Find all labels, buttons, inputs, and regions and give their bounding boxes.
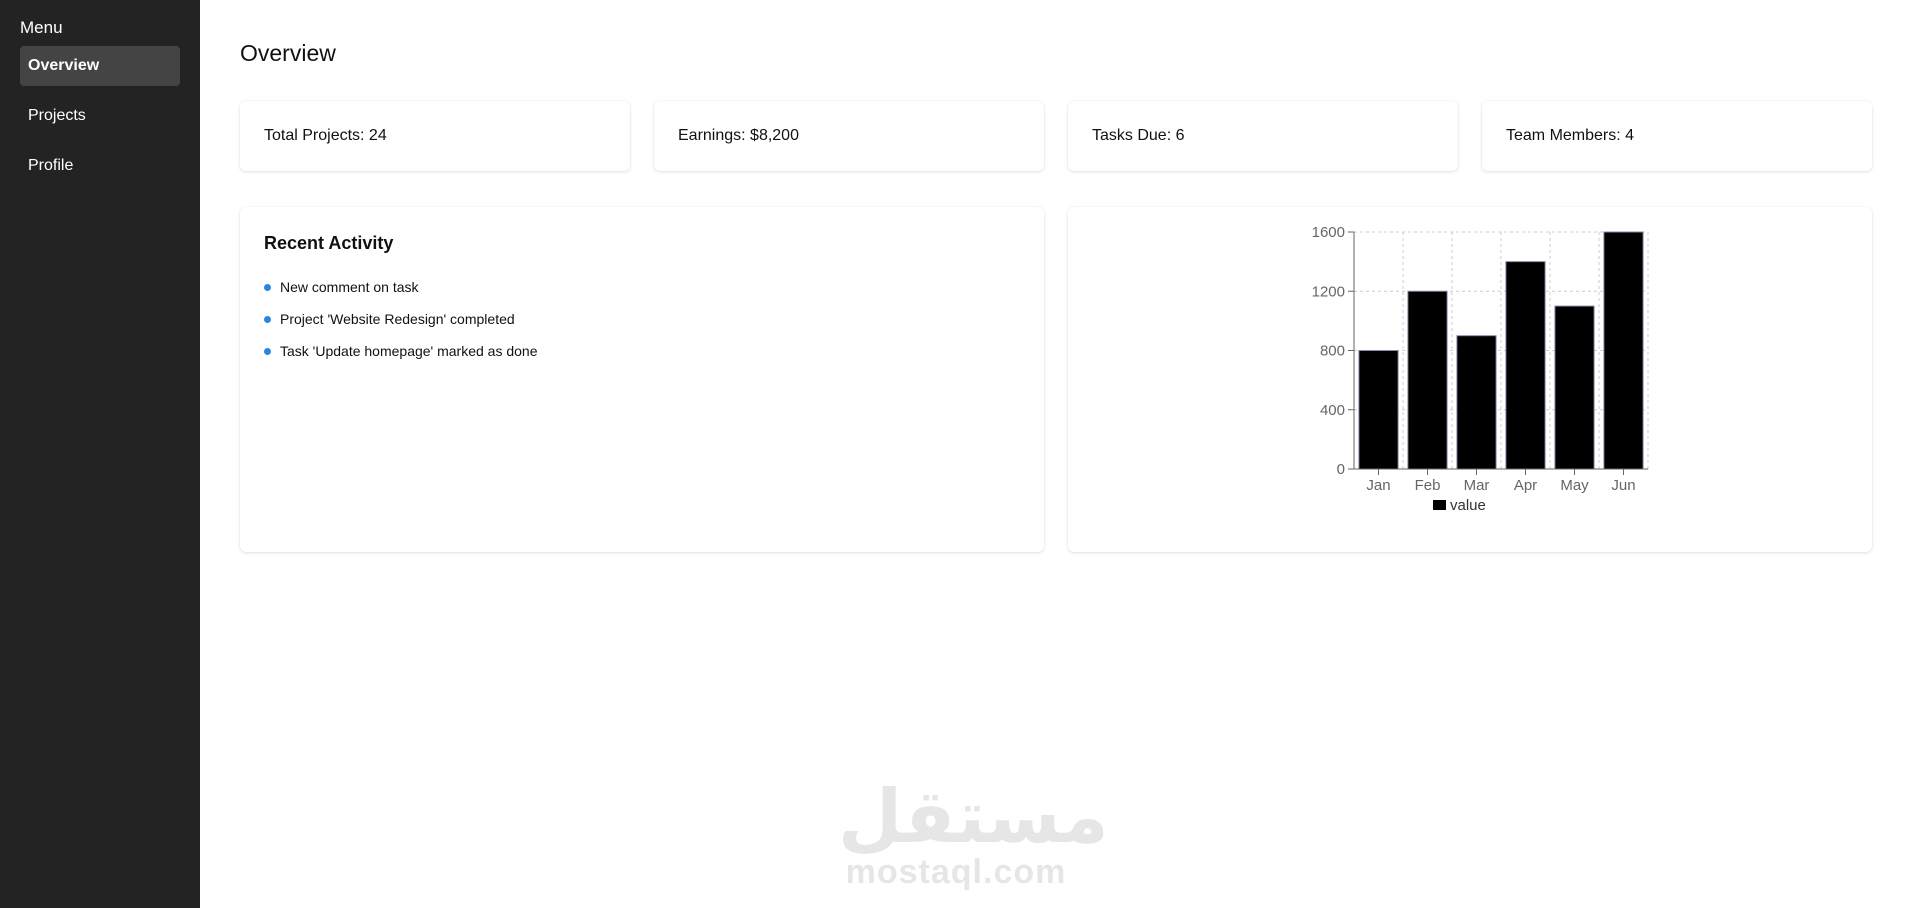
x-tick-label: Jan (1366, 477, 1390, 494)
sidebar-item-overview[interactable]: Overview (20, 46, 180, 86)
sidebar: Menu Overview Projects Profile (0, 0, 200, 908)
y-tick-label: 1200 (1312, 283, 1345, 300)
chart-bar (1603, 231, 1644, 470)
stat-card-earnings: Earnings: $8,200 (654, 101, 1044, 171)
watermark-arabic: مستقل (838, 775, 1109, 858)
activity-text: Project 'Website Redesign' completed (280, 311, 515, 327)
x-tick-label: Apr (1514, 477, 1537, 494)
x-tick-label: Feb (1415, 477, 1441, 494)
y-tick-label: 1600 (1312, 224, 1345, 241)
list-item: Project 'Website Redesign' completed (264, 303, 538, 335)
chart-panel: 0 400 800 1200 1600 Jan Feb Mar Apr May Jun value (1068, 207, 1872, 552)
recent-activity-title: Recent Activity (264, 233, 394, 253)
sidebar-item-projects[interactable]: Projects (20, 96, 180, 136)
y-tick-label: 800 (1320, 343, 1345, 360)
chart-bar (1407, 290, 1448, 470)
chart-bar (1456, 335, 1497, 470)
main-content: Overview Total Projects: 24 Earnings: $8… (200, 0, 1907, 908)
chart-bar (1358, 350, 1399, 470)
bullet-dot-icon (264, 316, 271, 323)
chart-bar (1505, 261, 1546, 470)
legend-label: value (1450, 497, 1486, 514)
list-item: Task 'Update homepage' marked as done (264, 335, 538, 367)
y-tick-label: 400 (1320, 402, 1345, 419)
bar-chart: 0 400 800 1200 1600 Jan Feb Mar Apr May Jun value (1312, 224, 1649, 514)
stat-card-total-projects: Total Projects: 24 (240, 101, 630, 171)
stat-card-tasks-due: Tasks Due: 6 (1068, 101, 1458, 171)
activity-text: Task 'Update homepage' marked as done (280, 343, 538, 359)
sidebar-item-profile[interactable]: Profile (20, 146, 180, 186)
activity-text: New comment on task (280, 279, 419, 295)
menu-title: Menu (20, 18, 63, 37)
bullet-dot-icon (264, 348, 271, 355)
x-tick-label: May (1560, 477, 1589, 494)
list-item: New comment on task (264, 271, 538, 303)
y-tick-label: 0 (1337, 461, 1345, 478)
watermark-latin: mostaql.com (845, 853, 1067, 891)
chart-bar (1554, 305, 1595, 470)
recent-activity-panel: Recent Activity New comment on task Proj… (240, 207, 1044, 552)
stat-card-team-members: Team Members: 4 (1482, 101, 1872, 171)
watermark-logo: مستقل mostaql.com (838, 775, 1109, 891)
bullet-dot-icon (264, 284, 271, 291)
legend-swatch (1433, 500, 1446, 510)
page-title: Overview (240, 40, 336, 66)
activity-list: New comment on task Project 'Website Red… (264, 271, 538, 367)
x-tick-label: Jun (1611, 477, 1635, 494)
x-tick-label: Mar (1464, 477, 1490, 494)
